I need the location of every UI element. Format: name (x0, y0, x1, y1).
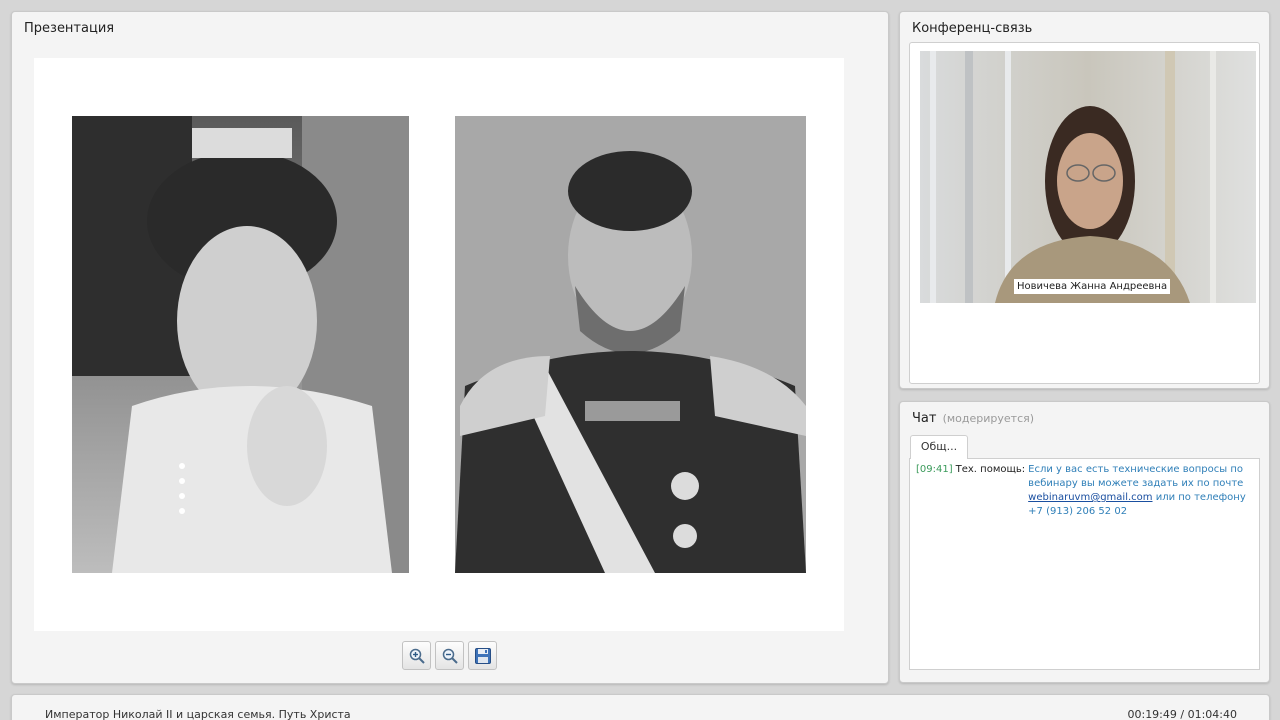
chat-panel: Чат (модерируется) Общ... [09:41] Тех. п… (899, 401, 1270, 683)
presentation-title: Презентация (24, 21, 115, 36)
chat-message: [09:41] Тех. помощь: Если у вас есть тех… (916, 463, 1249, 519)
chat-message-author: Тех. помощь: (955, 464, 1026, 475)
zoom-out-button[interactable] (435, 641, 464, 670)
chat-message-time: [09:41] (916, 464, 953, 475)
zoom-in-icon (409, 648, 425, 664)
chat-messages: [09:41] Тех. помощь: Если у вас есть тех… (909, 458, 1260, 670)
conference-title: Конференц-связь (912, 21, 1033, 36)
presentation-toolbar (402, 641, 497, 670)
chat-message-email-link[interactable]: webinaruvm@gmail.com (1028, 492, 1152, 503)
footer-bar: Император Николай II и царская семья. Пу… (11, 694, 1270, 720)
conference-video-area: Новичева Жанна Андреевна (909, 42, 1260, 384)
chat-title: Чат (модерируется) (912, 411, 1034, 426)
save-icon (474, 647, 491, 664)
save-button[interactable] (468, 641, 497, 670)
presentation-panel: Презентация (11, 11, 889, 684)
presentation-slide (34, 58, 844, 631)
chat-moderated-note: (модерируется) (942, 412, 1035, 425)
chat-tab-general[interactable]: Общ... (910, 435, 968, 459)
zoom-in-button[interactable] (402, 641, 431, 670)
portrait-emperor-photo (455, 116, 806, 573)
playback-timer: 00:19:49 / 01:04:40 (1127, 708, 1237, 720)
conference-panel: Конференц-связь Новичева Жанна Андреевна (899, 11, 1270, 389)
chat-message-body: Если у вас есть технические вопросы по в… (1028, 463, 1249, 519)
zoom-out-icon (442, 648, 458, 664)
speaker-name-label: Новичева Жанна Андреевна (1014, 279, 1171, 294)
webinar-title: Император Николай II и царская семья. Пу… (45, 708, 351, 720)
chat-message-text-before: Если у вас есть технические вопросы по в… (1028, 464, 1244, 489)
chat-title-label: Чат (912, 411, 937, 426)
portrait-empress-photo (72, 116, 409, 573)
speaker-video[interactable]: Новичева Жанна Андреевна (920, 51, 1256, 303)
